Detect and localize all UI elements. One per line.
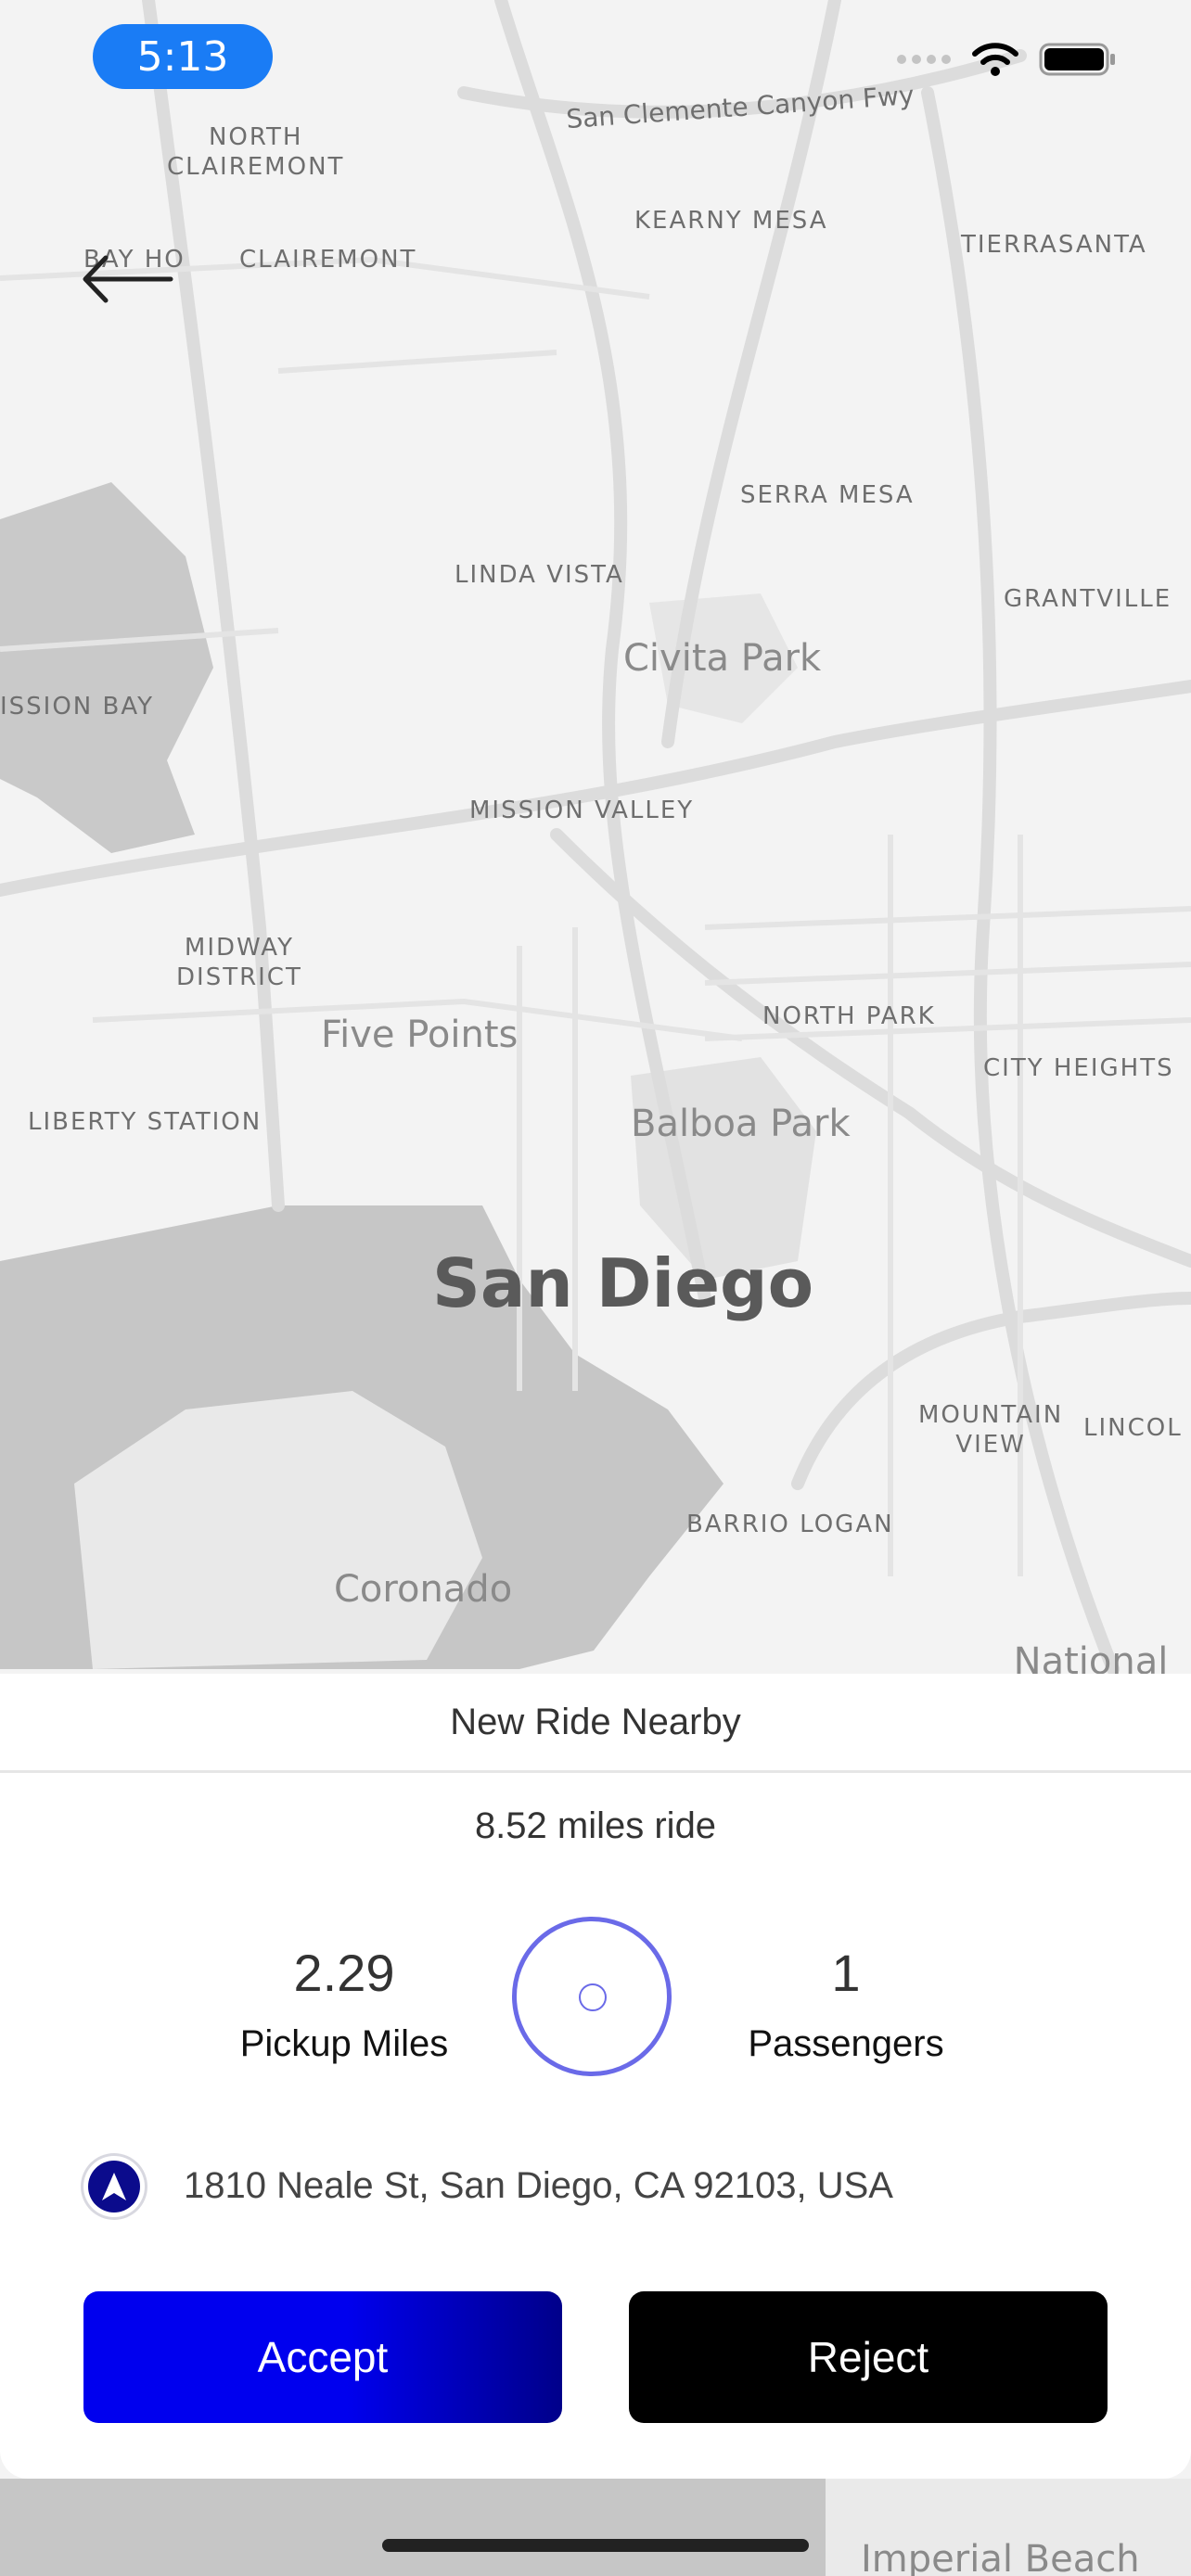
timer-center-dot [579, 1983, 607, 2011]
map-label-lincoln: LINCOL [1083, 1414, 1183, 1442]
map-label-mountain-view: MOUNTAIN VIEW [918, 1401, 1064, 1459]
pickup-address: 1810 Neale St, San Diego, CA 92103, USA [184, 2165, 893, 2206]
map-label-north-clairemont: NORTH CLAIREMONT [167, 123, 345, 181]
map-label-kearny-mesa: KEARNY MESA [634, 207, 828, 235]
map-label-tierrasanta: TIERRASANTA [961, 231, 1147, 259]
ride-distance: 8.52 miles ride [474, 1805, 717, 1846]
status-bar-icons [896, 41, 1117, 78]
map-label-serra-mesa: SERRA MESA [740, 481, 915, 509]
map-label-balboa-park: Balboa Park [631, 1103, 851, 1145]
pickup-miles-value: 2.29 [293, 1944, 395, 2002]
map-label-san-diego: San Diego [432, 1244, 814, 1322]
passengers-stat: 1 Passengers [698, 1943, 994, 2065]
pickup-miles-stat: 2.29 Pickup Miles [196, 1943, 493, 2065]
map-label-barrio-logan: BARRIO LOGAN [686, 1511, 894, 1538]
map-label-grantville: GRANTVILLE [1004, 585, 1172, 613]
navigation-arrow-icon [102, 2173, 126, 2200]
pickup-miles-label: Pickup Miles [239, 2023, 449, 2064]
home-indicator[interactable] [382, 2539, 809, 2552]
map-label-linda-vista: LINDA VISTA [455, 561, 624, 589]
map-label-civita-park: Civita Park [623, 637, 822, 680]
map-label-city-heights: CITY HEIGHTS [983, 1054, 1174, 1082]
map-label-mission-bay: ISSION BAY [0, 693, 155, 721]
map-label-coronado: Coronado [334, 1568, 513, 1611]
reject-button[interactable]: Reject [629, 2291, 1108, 2423]
status-bar-time: 5:13 [93, 24, 273, 89]
wifi-icon [972, 43, 1018, 76]
navigation-icon [83, 2156, 145, 2217]
ride-request-sheet: New Ride Nearby 8.52 miles ride 2.29 Pic… [0, 1674, 1191, 2479]
back-button[interactable] [78, 247, 180, 312]
map-label-north-park: NORTH PARK [762, 1002, 936, 1030]
map-label-mission-valley: MISSION VALLEY [469, 797, 695, 824]
map-label-clairemont: CLAIREMONT [239, 246, 417, 274]
map-label-imperial-beach: Imperial Beach [861, 2538, 1140, 2576]
passengers-value: 1 [831, 1944, 861, 2002]
map-label-midway-district: MIDWAY DISTRICT [176, 934, 302, 991]
map-label-five-points: Five Points [321, 1014, 519, 1056]
signal-dots-icon [897, 55, 951, 64]
battery-icon [1039, 43, 1115, 76]
accept-button[interactable]: Accept [83, 2291, 562, 2423]
arrow-left-icon [83, 255, 173, 303]
passengers-label: Passengers [748, 2023, 944, 2064]
sheet-title: New Ride Nearby [0, 1674, 1191, 1773]
map-label-liberty-station: LIBERTY STATION [28, 1108, 263, 1136]
